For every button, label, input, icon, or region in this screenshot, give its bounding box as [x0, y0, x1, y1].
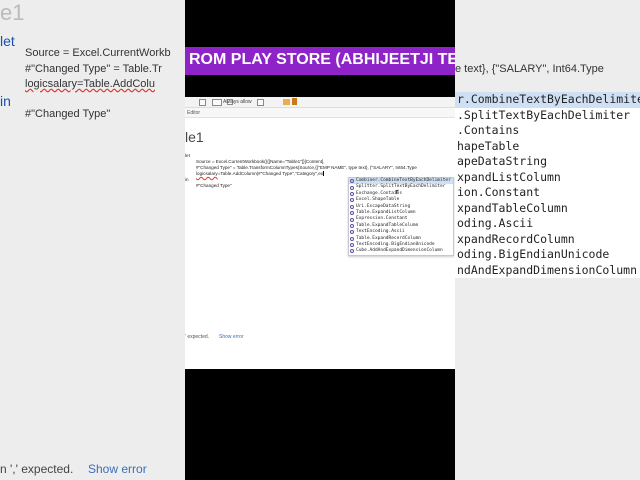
folder-open-icon[interactable]	[292, 98, 297, 105]
bg-intellisense-item[interactable]: xpandRecordColumn	[455, 232, 640, 248]
bg-intellisense-item[interactable]: xpandTableColumn	[455, 201, 640, 217]
document-icon[interactable]	[257, 99, 264, 106]
function-icon	[350, 211, 354, 216]
bg-in-keyword: in	[0, 93, 11, 109]
bg-intellisense-item[interactable]: r.CombineTextByEachDelimiter	[455, 92, 640, 108]
bg-query-title: e1	[0, 0, 25, 25]
code-line-3-rest: =Table.AddColumn(#"Changed Type","Catego…	[217, 171, 324, 176]
let-keyword: let	[185, 153, 190, 158]
always-allow-label: Always allow	[223, 99, 252, 105]
bg-code-line-5: #"Changed Type"	[25, 108, 111, 120]
bg-code-line-2: #"Changed Type" = Table.Tr	[25, 63, 162, 75]
bg-intellisense-item[interactable]: hapeTable	[455, 139, 640, 155]
function-icon	[350, 191, 354, 196]
function-icon	[350, 217, 354, 222]
editor-label: Editor	[187, 110, 201, 116]
show-error-link[interactable]: Show error	[219, 334, 243, 340]
function-icon	[350, 185, 354, 190]
bg-intellisense-item[interactable]: .Contains	[455, 123, 640, 139]
in-keyword: in	[185, 177, 189, 182]
mouse-cursor-icon	[395, 189, 400, 195]
ribbon-bar: Always allow	[185, 97, 455, 108]
code-line-5[interactable]: #"Changed Type"	[196, 183, 232, 188]
banner-text: ROM PLAY STORE (ABHIJEETJI TEC	[189, 51, 455, 68]
text-caret	[323, 171, 324, 177]
function-icon	[350, 249, 354, 254]
function-icon	[350, 223, 354, 228]
bg-intellisense-item[interactable]: apeDataString	[455, 154, 640, 170]
editor-subbar: Editor	[185, 108, 455, 118]
bg-intellisense-item[interactable]: .SplitTextByEachDelimiter	[455, 108, 640, 124]
bg-intellisense-item[interactable]: ion.Constant	[455, 185, 640, 201]
video-frame: ROM PLAY STORE (ABHIJEETJI TEC Always al…	[185, 0, 455, 480]
error-text: ' expected.	[185, 334, 210, 340]
bg-code-line-3: logicsalary=Table.AddColu	[25, 78, 155, 90]
function-icon	[350, 204, 354, 209]
power-query-editor: Always allow Editor le1 let Source = Exc…	[185, 97, 455, 369]
channel-banner: ROM PLAY STORE (ABHIJEETJI TEC	[185, 47, 455, 75]
function-icon	[350, 243, 354, 248]
bg-intellisense-list: r.CombineTextByEachDelimiter .SplitTextBy…	[455, 92, 640, 278]
function-icon	[350, 198, 354, 203]
grid-icon[interactable]	[199, 99, 206, 106]
intellisense-item[interactable]: Cube.AddAndExpandDimensionColumn	[349, 248, 453, 254]
query-title: le1	[185, 129, 204, 145]
function-icon	[350, 236, 354, 241]
error-status: ' expected. Show error	[185, 334, 243, 340]
intellisense-item-label: Cube.AddAndExpandDimensionColumn	[356, 248, 443, 254]
folder-icon[interactable]	[283, 99, 290, 105]
function-icon	[350, 179, 354, 184]
bg-code-right-fragment: e text}, {"SALARY", Int64.Type	[455, 63, 604, 75]
code-line-3[interactable]: logicsalary=Table.AddColumn(#"Changed Ty…	[196, 171, 324, 177]
bg-intellisense-item[interactable]: oding.BigEndianUnicode	[455, 247, 640, 263]
code-line-1[interactable]: Source = Excel.CurrentWorkbook(){[Name="…	[196, 159, 325, 164]
bg-show-error-link[interactable]: Show error	[88, 462, 147, 476]
bg-error-text: n ',' expected.	[0, 462, 74, 476]
bg-let-keyword: let	[0, 33, 15, 49]
code-line-3-name: logicsalary	[196, 171, 218, 176]
bg-intellisense-item[interactable]: xpandListColumn	[455, 170, 640, 186]
intellisense-dropdown[interactable]: Combiner.CombineTextByEachDelimiter Split…	[348, 177, 454, 256]
table-icon[interactable]	[212, 99, 222, 106]
function-icon	[350, 230, 354, 235]
code-line-2[interactable]: #"Changed Type" = Table.TransformColumnT…	[196, 165, 417, 170]
bg-code-line-1: Source = Excel.CurrentWorkb	[25, 47, 171, 59]
bg-intellisense-item[interactable]: ndAndExpandDimensionColumn	[455, 263, 640, 279]
bg-intellisense-item[interactable]: oding.Ascii	[455, 216, 640, 232]
